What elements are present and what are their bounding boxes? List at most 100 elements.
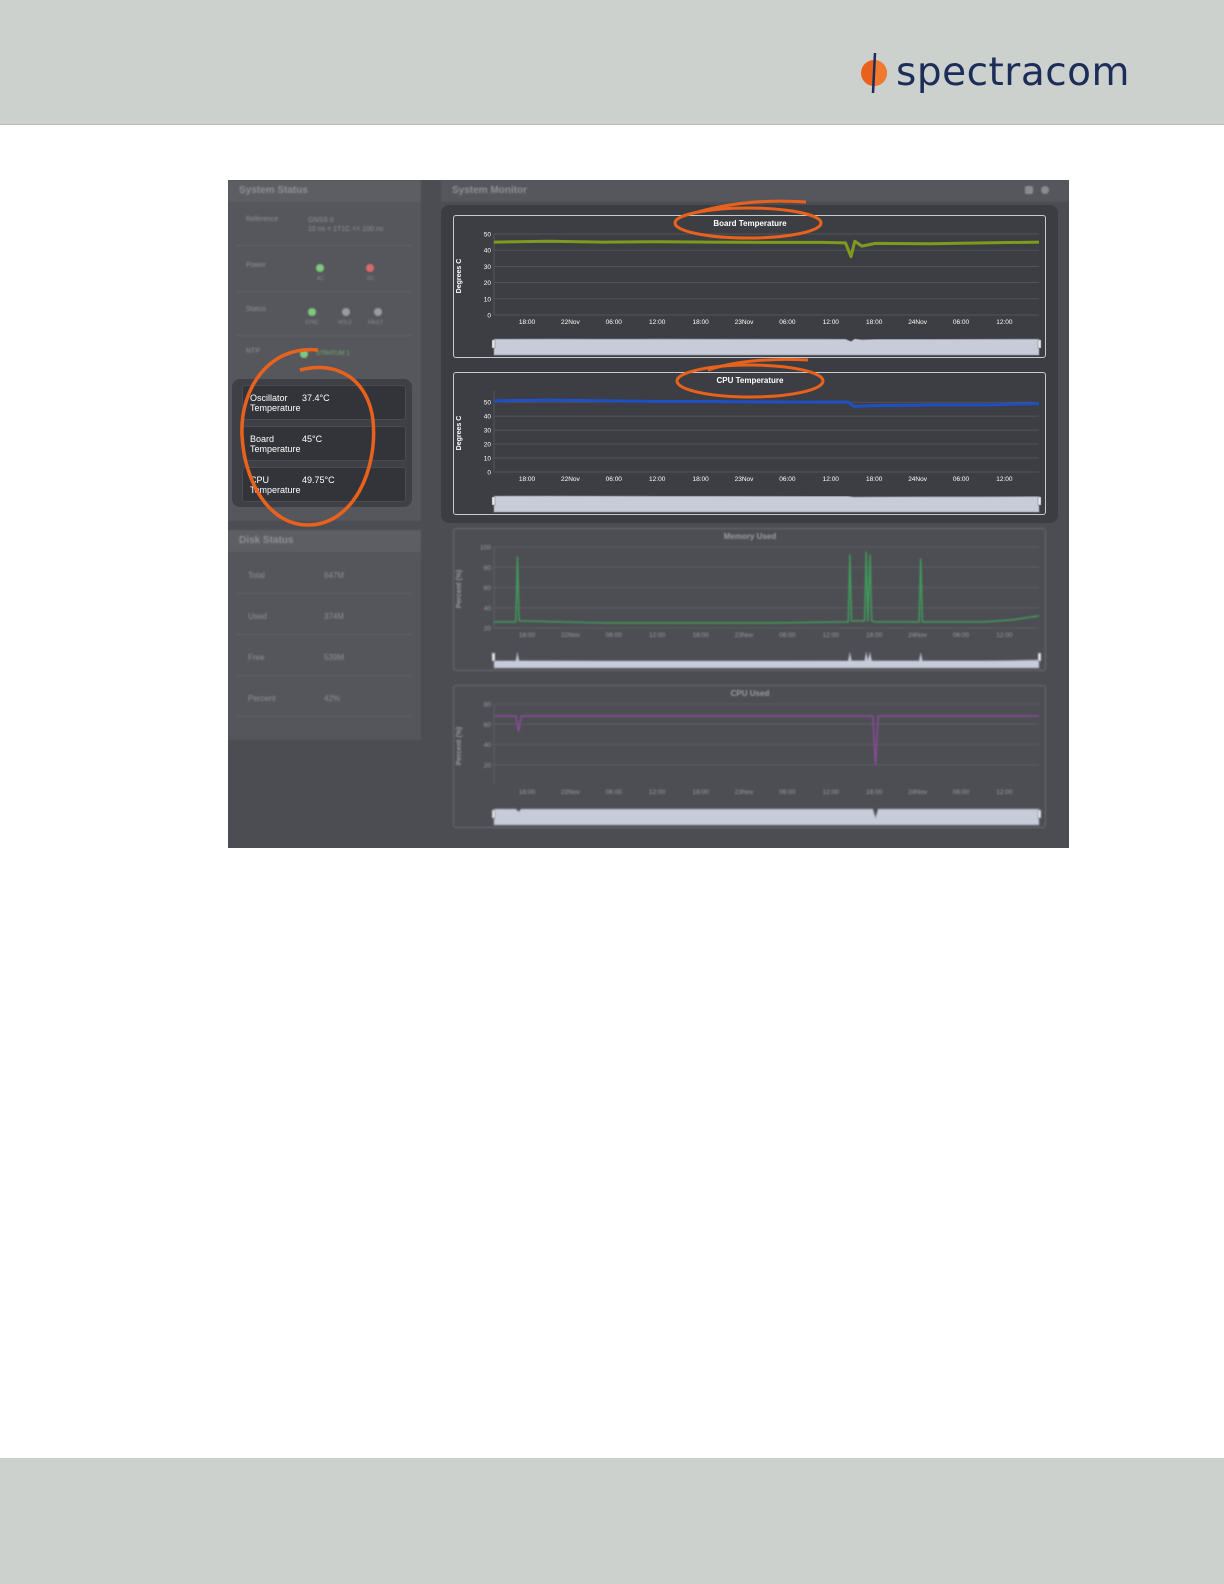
x-tick-label: 23Nov xyxy=(735,789,755,796)
y-tick-label: 30 xyxy=(484,264,492,271)
temp-name: Board xyxy=(250,434,275,444)
x-tick-label: 12:00 xyxy=(823,789,840,796)
page-header: spectracom xyxy=(0,0,1224,125)
x-tick-label: 12:00 xyxy=(996,789,1013,796)
x-tick-label: 22Nov xyxy=(561,632,581,639)
navigator-area xyxy=(493,808,1040,826)
x-tick-label: 12:00 xyxy=(823,476,840,483)
board-temperature-svg: Board Temperature Degrees C 0 10 20 30 40 50 18:… xyxy=(456,219,1042,356)
ntp-led-icon xyxy=(300,350,308,358)
spectracom-logo: spectracom xyxy=(858,50,1130,96)
oscillator-temperature-label: Oscillator Temperature xyxy=(250,393,301,413)
y-axis-label: Percent (%) xyxy=(456,727,463,766)
x-tick-label: 12:00 xyxy=(996,476,1013,483)
chart-title: CPU Used xyxy=(731,689,770,698)
x-tick-label: 18:00 xyxy=(519,789,536,796)
x-tick-label: 24Nov xyxy=(908,789,928,796)
chart-title: Board Temperature xyxy=(713,219,787,228)
navigator-area xyxy=(493,338,1040,356)
navigator-handle-right xyxy=(1037,809,1042,819)
power-label: Power xyxy=(246,262,266,269)
trash-icon[interactable] xyxy=(1025,186,1033,194)
gear-icon[interactable] xyxy=(1041,186,1049,194)
system-monitor-title: System Monitor xyxy=(452,185,528,196)
memory-used-chart: Memory Used Percent (%) 20 40 60 80 100 18:00 22… xyxy=(453,528,1046,671)
x-tick-label: 12:00 xyxy=(823,632,840,639)
navigator-handle-left xyxy=(491,339,496,349)
x-tick-label: 06:00 xyxy=(606,632,623,639)
power-row: Power AC DC xyxy=(236,256,412,292)
x-tick-label: 12:00 xyxy=(649,476,666,483)
disk-row-value: 539M xyxy=(324,653,345,662)
x-tick-label: 12:00 xyxy=(996,319,1013,326)
y-tick-label: 80 xyxy=(484,702,492,709)
oscillator-temperature-value: 37.4°C xyxy=(302,393,330,403)
cpu-used-svg: CPU Used Percent (%) 20 40 60 80 18:00 22Nov 06:… xyxy=(456,689,1042,826)
navigator-handle-right xyxy=(1037,339,1042,349)
x-tick-label: 18:00 xyxy=(692,632,709,639)
x-tick-label: 23Nov xyxy=(735,319,755,326)
y-tick-label: 60 xyxy=(484,722,492,729)
board-temperature-chart: Board Temperature Degrees C 0 10 20 30 40 50 18:… xyxy=(453,215,1046,358)
x-tick-label: 18:00 xyxy=(692,789,709,796)
system-monitor-header: System Monitor xyxy=(441,180,1069,202)
power-ac-led-icon xyxy=(316,264,324,272)
board-temperature-row: Board Temperature 45°C xyxy=(242,426,406,461)
x-tick-label: 12:00 xyxy=(649,789,666,796)
x-tick-label: 06:00 xyxy=(953,632,970,639)
logo-mark-icon xyxy=(861,52,887,94)
navigator-area xyxy=(493,495,1040,513)
x-tick-label: 18:00 xyxy=(866,319,883,326)
brand-name: spectracom xyxy=(896,50,1131,95)
sync-label: SYNC xyxy=(305,320,319,326)
x-tick-label: 06:00 xyxy=(779,319,796,326)
x-tick-label: 06:00 xyxy=(779,632,796,639)
disk-used-row: Used 374M xyxy=(236,597,412,635)
y-tick-label: 100 xyxy=(480,545,491,552)
ntp-value: STRATUM 1 xyxy=(316,351,350,357)
disk-row-label: Free xyxy=(248,653,265,662)
ntp-row: NTP STRATUM 1 xyxy=(236,342,412,372)
disk-row-label: Percent xyxy=(248,694,276,703)
temp-sub: Temperature xyxy=(250,403,301,413)
x-tick-label: 06:00 xyxy=(953,789,970,796)
x-tick-label: 24Nov xyxy=(908,476,928,483)
disk-percent-row: Percent 42% xyxy=(236,679,412,717)
cpu-temperature-value: 49.75°C xyxy=(302,475,335,485)
y-tick-label: 40 xyxy=(484,605,492,612)
y-axis-label: Percent (%) xyxy=(456,570,463,609)
navigator-area xyxy=(493,651,1040,669)
x-tick-label: 23Nov xyxy=(735,476,755,483)
disk-free-row: Free 539M xyxy=(236,638,412,676)
disk-row-label: Total xyxy=(248,571,265,580)
x-tick-label: 18:00 xyxy=(519,319,536,326)
hold-led-icon xyxy=(342,308,350,316)
chart-title: Memory Used xyxy=(724,532,777,541)
y-tick-label: 30 xyxy=(484,428,492,435)
hold-label: HOLD xyxy=(338,320,352,326)
disk-row-value: 42% xyxy=(324,694,341,703)
fault-led-icon xyxy=(374,308,382,316)
status-label: Status xyxy=(246,306,266,313)
x-tick-label: 22Nov xyxy=(561,319,581,326)
y-tick-label: 10 xyxy=(484,296,492,303)
x-tick-label: 18:00 xyxy=(692,476,709,483)
series-line xyxy=(493,398,1040,408)
x-tick-label: 06:00 xyxy=(779,476,796,483)
temp-sub: Temperature xyxy=(250,485,301,495)
reference-row: Reference GNSS 0 10 ns < 1T1C <= 100 ns xyxy=(236,210,412,246)
navigator-handle-left xyxy=(491,809,496,819)
y-tick-label: 40 xyxy=(484,248,492,255)
navigator-handle-right xyxy=(1037,652,1042,662)
x-tick-label: 22Nov xyxy=(561,476,581,483)
y-tick-label: 50 xyxy=(484,400,492,407)
x-tick-label: 06:00 xyxy=(779,789,796,796)
board-temperature-label: Board Temperature xyxy=(250,434,301,454)
x-tick-label: 18:00 xyxy=(866,476,883,483)
reference-label: Reference xyxy=(246,216,279,223)
cpu-temperature-svg: CPU Temperature Degrees C 0 10 20 30 40 50 18:00… xyxy=(456,376,1042,513)
temperature-group: Oscillator Temperature 37.4°C Board Temper… xyxy=(232,379,412,507)
x-tick-label: 12:00 xyxy=(823,319,840,326)
x-tick-label: 18:00 xyxy=(866,632,883,639)
sync-led-icon xyxy=(308,308,316,316)
